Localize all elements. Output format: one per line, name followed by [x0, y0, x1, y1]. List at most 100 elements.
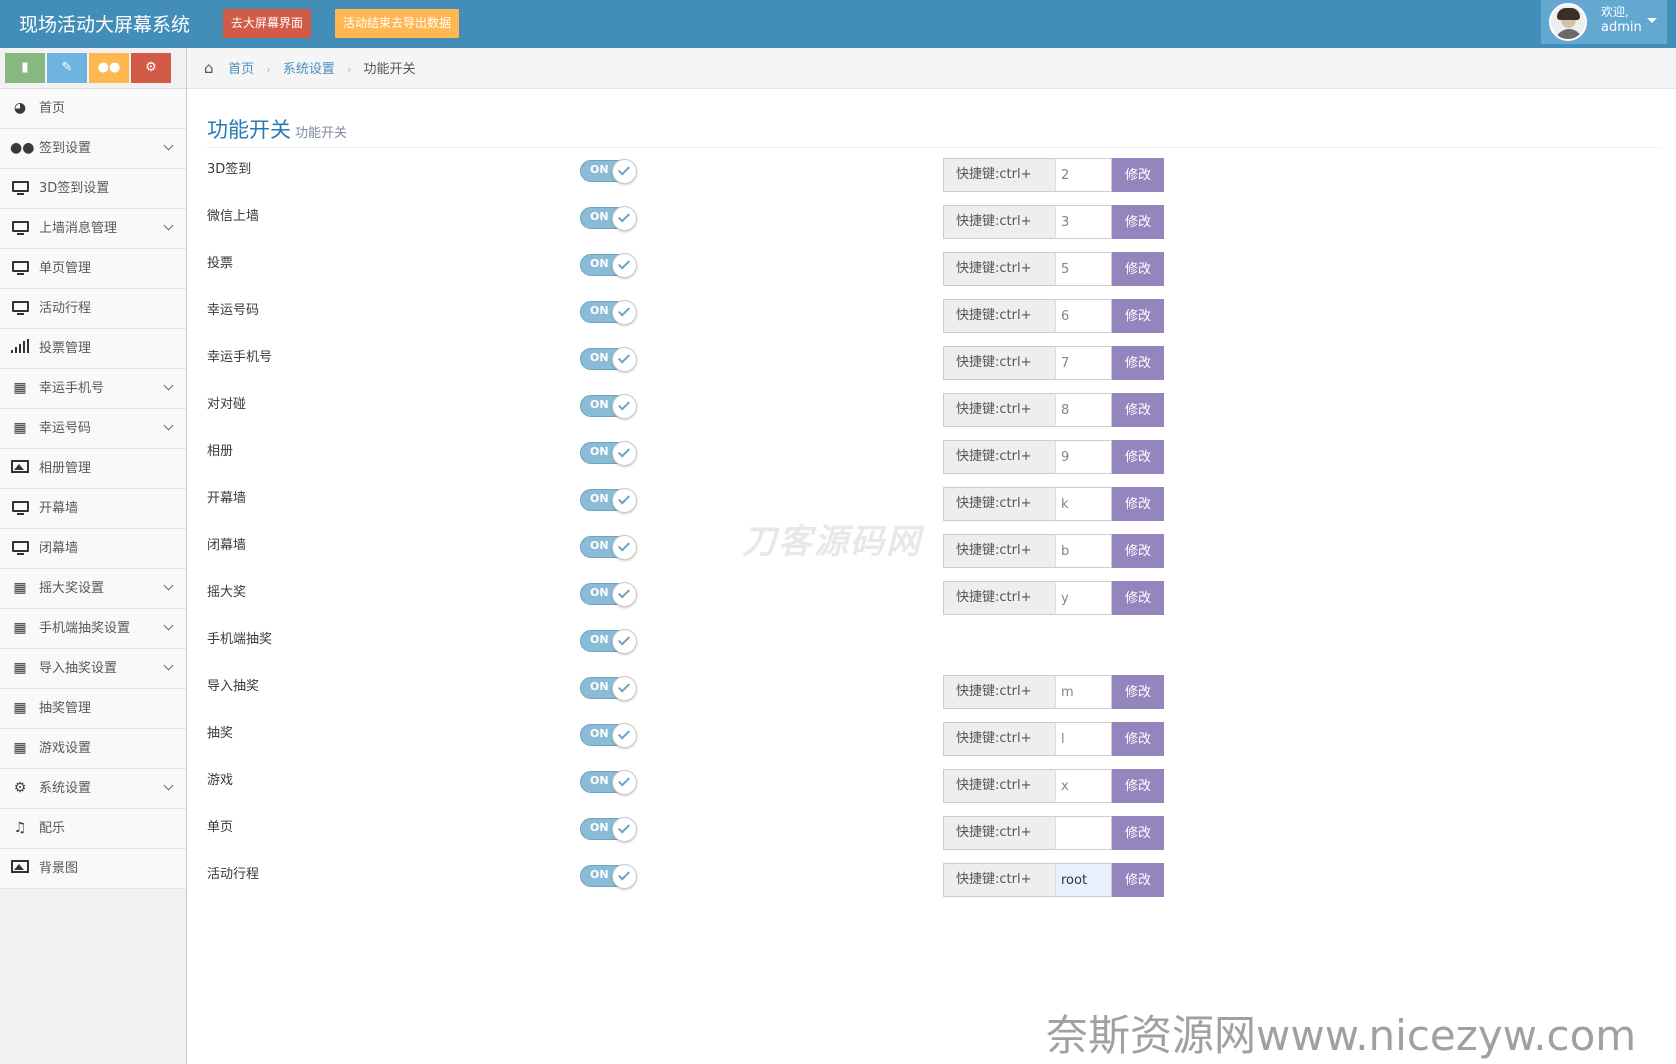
- modify-button[interactable]: 修改: [1112, 252, 1164, 286]
- breadcrumb-home[interactable]: 首页: [228, 62, 254, 77]
- feature-toggle-switch[interactable]: ON: [580, 206, 637, 231]
- sidebar-item[interactable]: ◕ 首页: [0, 89, 186, 129]
- sidebar-item[interactable]: ▦ 手机端抽奖设置: [0, 609, 186, 649]
- hotkey-input[interactable]: [1055, 299, 1112, 333]
- sidebar-item[interactable]: 上墙消息管理: [0, 209, 186, 249]
- hotkey-input[interactable]: [1055, 675, 1112, 709]
- pencil-icon[interactable]: ✎: [47, 53, 87, 83]
- hotkey-input[interactable]: [1055, 252, 1112, 286]
- breadcrumb-system-settings[interactable]: 系统设置: [283, 62, 335, 77]
- hotkey-input[interactable]: [1055, 346, 1112, 380]
- hotkey-label: 快捷键:ctrl+: [943, 158, 1055, 192]
- modify-button[interactable]: 修改: [1112, 346, 1164, 380]
- sidebar-item-label: 相册管理: [39, 461, 92, 476]
- export-data-button[interactable]: 活动结束去导出数据: [335, 9, 459, 38]
- sidebar-item[interactable]: 相册管理: [0, 449, 186, 489]
- sidebar-item[interactable]: ▦ 摇大奖设置: [0, 569, 186, 609]
- modify-button[interactable]: 修改: [1112, 581, 1164, 615]
- sidebar-item[interactable]: 闭幕墙: [0, 529, 186, 569]
- feature-toggle-switch[interactable]: ON: [580, 347, 637, 372]
- sidebar-item[interactable]: ▦ 抽奖管理: [0, 689, 186, 729]
- switch-knob: [612, 488, 637, 513]
- hotkey-input[interactable]: [1055, 816, 1112, 850]
- go-big-screen-button[interactable]: 去大屏幕界面: [223, 9, 311, 38]
- hotkey-input[interactable]: [1055, 487, 1112, 521]
- modify-button[interactable]: 修改: [1112, 393, 1164, 427]
- sidebar-item[interactable]: ▦ 导入抽奖设置: [0, 649, 186, 689]
- hotkey-input[interactable]: [1055, 581, 1112, 615]
- check-icon: [617, 774, 631, 787]
- user-info: 欢迎, admin: [1601, 5, 1642, 35]
- feature-toggle-switch[interactable]: ON: [580, 864, 637, 889]
- feature-row: 相册 ON 快捷键:ctrl+ 修改: [207, 440, 1207, 476]
- modify-button[interactable]: 修改: [1112, 440, 1164, 474]
- user-menu[interactable]: 欢迎, admin: [1541, 0, 1667, 44]
- hotkey-input[interactable]: [1055, 534, 1112, 568]
- sidebar-item-label: 上墙消息管理: [39, 221, 118, 236]
- feature-toggle-switch[interactable]: ON: [580, 253, 637, 278]
- feature-toggle-switch[interactable]: ON: [580, 629, 637, 654]
- hotkey-input[interactable]: [1055, 769, 1112, 803]
- sidebar-item[interactable]: ⚙ 系统设置: [0, 769, 186, 809]
- modify-button[interactable]: 修改: [1112, 299, 1164, 333]
- desktop-icon: [10, 249, 30, 288]
- feature-toggle-switch[interactable]: ON: [580, 817, 637, 842]
- sidebar-item[interactable]: ▦ 幸运手机号: [0, 369, 186, 409]
- hotkey-label: 快捷键:ctrl+: [943, 675, 1055, 709]
- sidebar-item-label: 投票管理: [39, 341, 92, 356]
- sidebar-item[interactable]: 单页管理: [0, 249, 186, 289]
- cogs-icon[interactable]: ⚙: [131, 53, 171, 83]
- sidebar-item[interactable]: 活动行程: [0, 289, 186, 329]
- sidebar-item[interactable]: ▦ 幸运号码: [0, 409, 186, 449]
- feature-toggle-switch[interactable]: ON: [580, 723, 637, 748]
- modify-button[interactable]: 修改: [1112, 205, 1164, 239]
- sidebar-item[interactable]: 开幕墙: [0, 489, 186, 529]
- feature-toggle-switch[interactable]: ON: [580, 535, 637, 560]
- desktop-icon: [10, 209, 30, 248]
- modify-button[interactable]: 修改: [1112, 675, 1164, 709]
- users-icon[interactable]: ●●: [89, 53, 129, 83]
- sidebar-item[interactable]: 3D签到设置: [0, 169, 186, 209]
- hotkey-input[interactable]: [1055, 393, 1112, 427]
- sidebar-item[interactable]: ▦ 游戏设置: [0, 729, 186, 769]
- feature-label: 幸运号码: [207, 303, 260, 318]
- feature-toggle-switch[interactable]: ON: [580, 159, 637, 184]
- hotkey-group: 快捷键:ctrl+ 修改: [943, 769, 1164, 803]
- sidebar-item-label: 开幕墙: [39, 501, 79, 516]
- comment-icon[interactable]: ▮: [5, 53, 45, 83]
- modify-button[interactable]: 修改: [1112, 534, 1164, 568]
- desktop-icon: [10, 169, 30, 208]
- hotkey-input[interactable]: [1055, 722, 1112, 756]
- avatar: [1549, 3, 1587, 41]
- hotkey-input[interactable]: [1055, 863, 1112, 897]
- modify-button[interactable]: 修改: [1112, 487, 1164, 521]
- sidebar-item[interactable]: 投票管理: [0, 329, 186, 369]
- sidebar-item-label: 3D签到设置: [39, 181, 110, 196]
- modify-button[interactable]: 修改: [1112, 769, 1164, 803]
- feature-toggle-switch[interactable]: ON: [580, 300, 637, 325]
- sidebar-item[interactable]: 背景图: [0, 849, 186, 889]
- sidebar-item[interactable]: ♫ 配乐: [0, 809, 186, 849]
- feature-toggle-switch[interactable]: ON: [580, 770, 637, 795]
- brand-title[interactable]: 现场活动大屏幕系统: [19, 10, 190, 37]
- hotkey-input[interactable]: [1055, 440, 1112, 474]
- feature-row: 微信上墙 ON 快捷键:ctrl+ 修改: [207, 205, 1207, 241]
- feature-toggle-switch[interactable]: ON: [580, 582, 637, 607]
- modify-button[interactable]: 修改: [1112, 722, 1164, 756]
- hotkey-input[interactable]: [1055, 205, 1112, 239]
- feature-toggle-switch[interactable]: ON: [580, 676, 637, 701]
- feature-toggle-switch[interactable]: ON: [580, 488, 637, 513]
- hotkey-label: 快捷键:ctrl+: [943, 440, 1055, 474]
- feature-toggle-switch[interactable]: ON: [580, 441, 637, 466]
- modify-button[interactable]: 修改: [1112, 816, 1164, 850]
- chevron-down-icon: [163, 620, 174, 631]
- check-icon: [617, 257, 631, 270]
- sidebar-item[interactable]: ●● 签到设置: [0, 129, 186, 169]
- chevron-down-icon: [163, 140, 174, 151]
- modify-button[interactable]: 修改: [1112, 863, 1164, 897]
- feature-toggle-switch[interactable]: ON: [580, 394, 637, 419]
- feature-label: 活动行程: [207, 867, 260, 882]
- modify-button[interactable]: 修改: [1112, 158, 1164, 192]
- top-navbar: 现场活动大屏幕系统 去大屏幕界面 活动结束去导出数据 欢迎, admin: [0, 0, 1676, 48]
- hotkey-input[interactable]: [1055, 158, 1112, 192]
